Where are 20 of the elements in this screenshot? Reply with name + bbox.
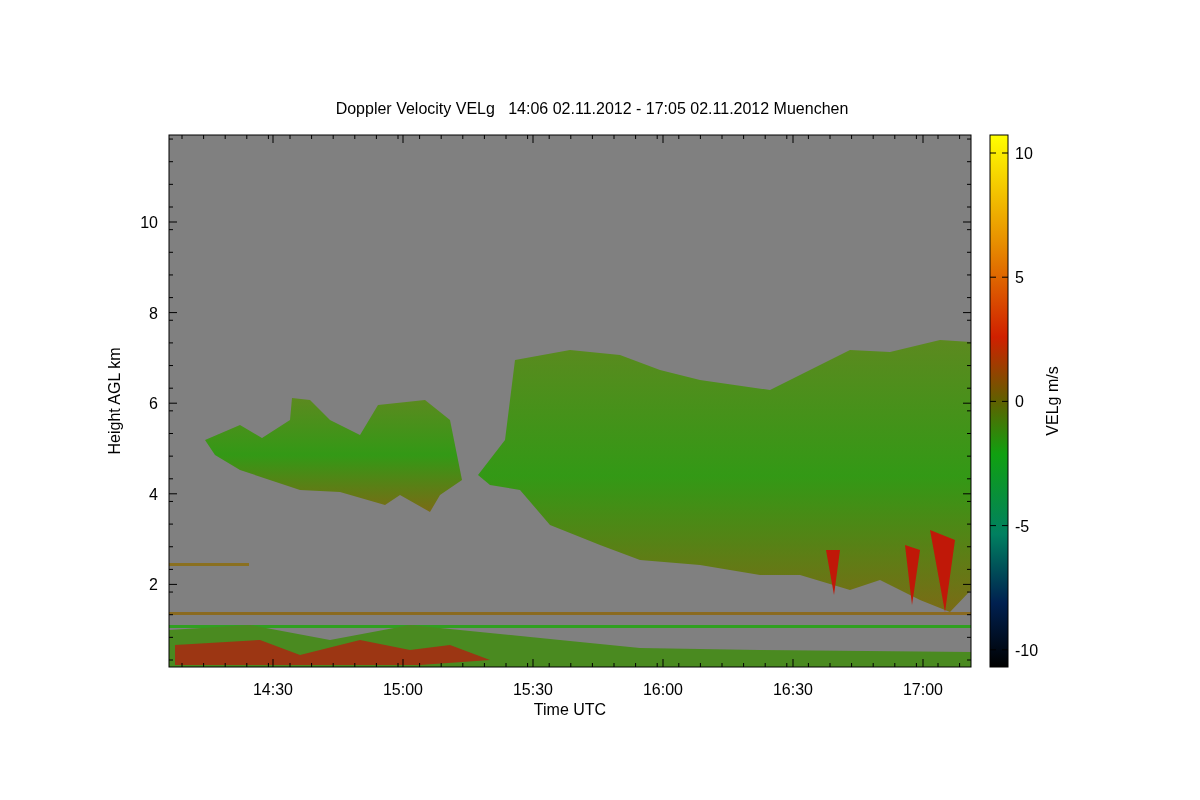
x-tick-label: 14:30 [253,681,293,698]
x-tick-label: 16:30 [773,681,813,698]
colorbar-tick-label: 5 [1015,269,1024,287]
colorbar-label: VELg m/s [1044,366,1061,436]
colorbar-tick-label: 0 [1015,393,1024,411]
colorbar-tick-label: -10 [1015,641,1039,659]
y-tick-label: 8 [149,304,158,322]
y-tick-label: 6 [149,395,158,413]
y-tick-label: 10 [140,214,158,231]
x-tick-label: 15:00 [383,681,423,698]
x-tick-label: 17:00 [903,681,943,698]
colorbar-tick-label: -5 [1015,517,1030,535]
y-axis-label: Height AGL km [106,347,123,455]
x-tick-label: 16:00 [643,681,683,698]
chart-title: Doppler Velocity VELg 14:06 02.11.2012 - 17:05 02.11.2012 Muenchen [335,100,849,117]
x-axis-label: Time UTC [533,701,607,718]
y-tick-label: 2 [149,576,158,594]
colorbar-tick-label: 10 [1015,145,1033,162]
x-tick-label: 15:30 [513,681,553,698]
y-tick-label: 4 [149,485,158,503]
